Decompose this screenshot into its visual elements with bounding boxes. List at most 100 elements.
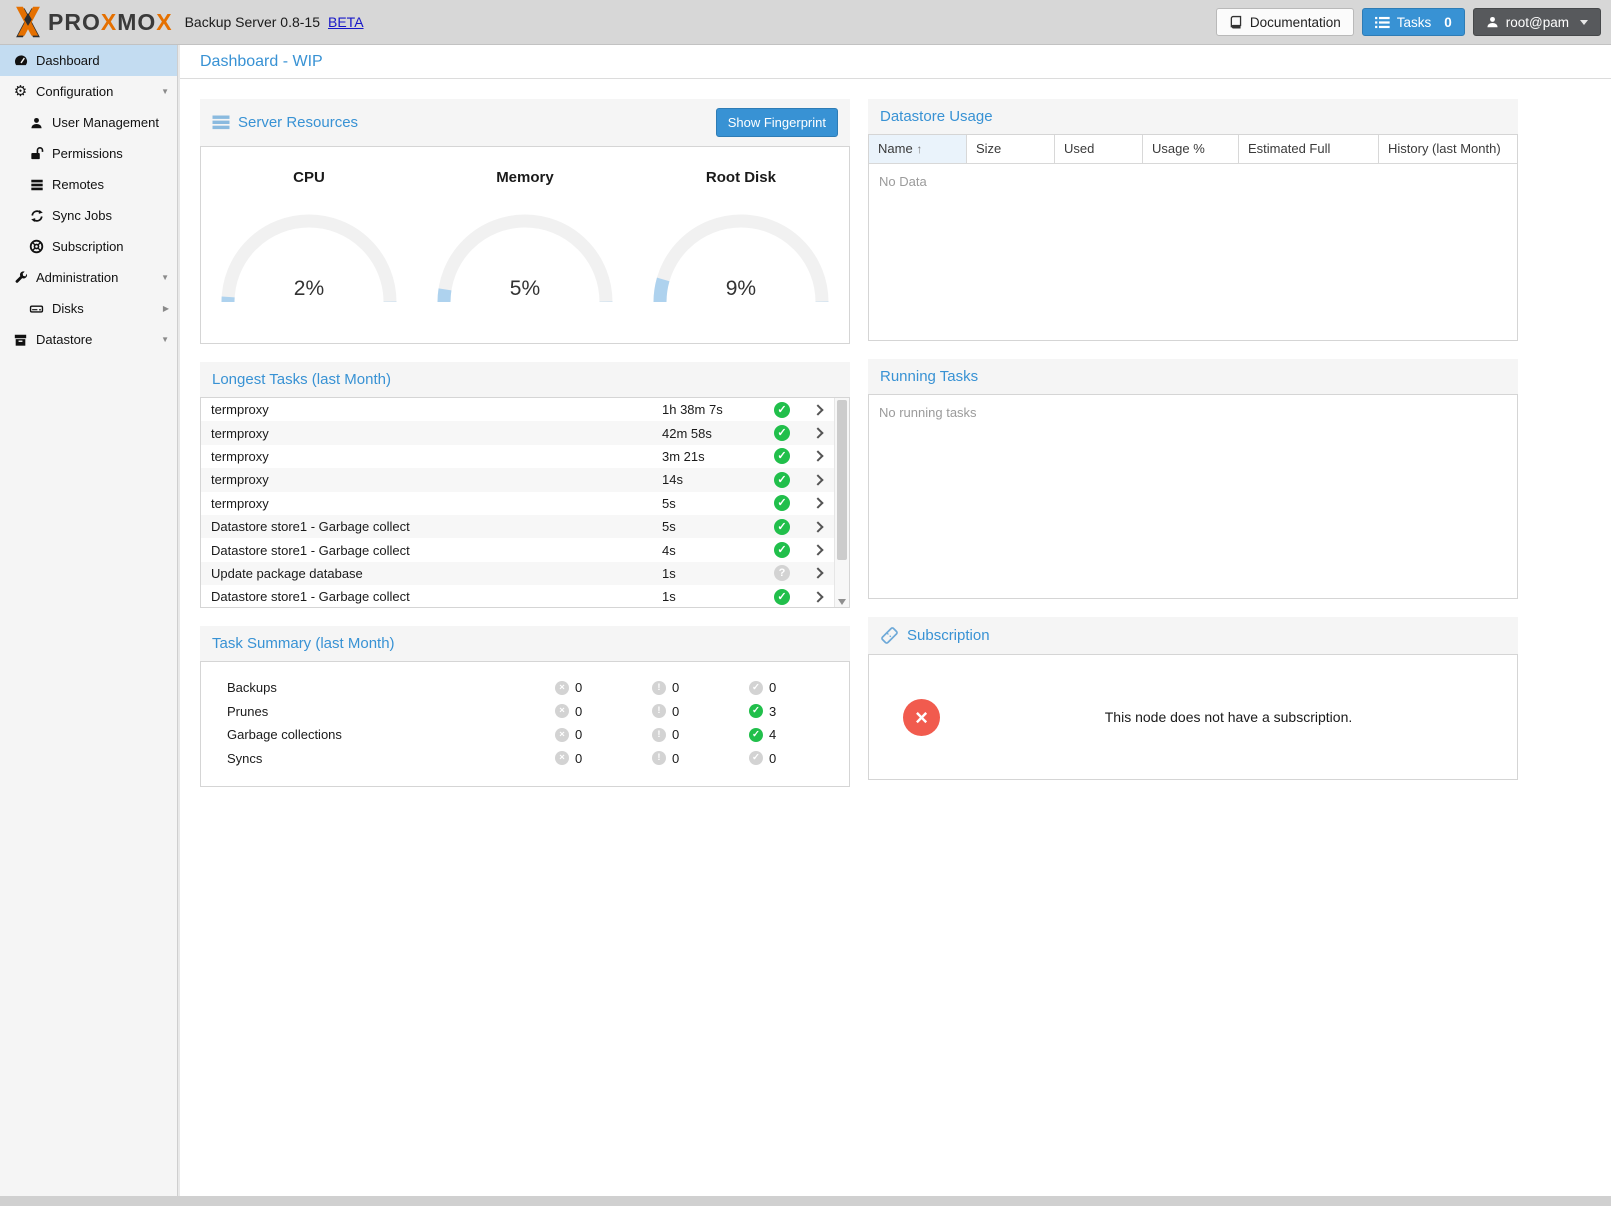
longest-tasks-list: termproxy 1h 38m 7s termproxy 42m 58s	[200, 397, 850, 608]
sidebar-item-datastore[interactable]: Datastore ▼	[0, 324, 177, 355]
wrench-icon	[12, 270, 29, 286]
root-disk-gauge-value: 9%	[646, 277, 836, 301]
user-icon	[28, 115, 45, 131]
summary-row: Backups 0 0 0	[201, 676, 849, 700]
task-row[interactable]: Datastore store1 - Garbage collect 1s	[201, 585, 834, 608]
datastore-table-header: Name ↑ Size Used Usage % Estimated Full …	[869, 135, 1517, 164]
task-row[interactable]: Update package database 1s	[201, 562, 834, 585]
task-row[interactable]: termproxy 3m 21s	[201, 445, 834, 468]
stacked-bars-icon	[28, 177, 45, 193]
subscription-body: This node does not have a subscription.	[868, 654, 1518, 780]
server-resources-icon	[212, 115, 230, 130]
status-ok-icon	[774, 495, 790, 511]
sidebar-item-administration[interactable]: Administration ▼	[0, 262, 177, 293]
column-header-history[interactable]: History (last Month)	[1379, 135, 1517, 163]
scrollbar-thumb[interactable]	[837, 400, 847, 560]
tasks-count-badge: 0	[1444, 15, 1452, 30]
column-header-size[interactable]: Size	[967, 135, 1055, 163]
cpu-gauge-value: 2%	[214, 277, 404, 301]
task-row[interactable]: termproxy 5s	[201, 492, 834, 515]
chevron-right-icon[interactable]	[812, 521, 823, 532]
sidebar-item-disks[interactable]: Disks ▶	[0, 293, 177, 324]
proxmox-logo: PROXMOX	[10, 5, 173, 39]
chevron-down-icon[interactable]: ▼	[161, 273, 169, 282]
running-tasks-panel: Running Tasks No running tasks	[868, 359, 1518, 599]
task-list-icon	[1375, 16, 1390, 29]
summary-row: Garbage collections 0 0 4	[201, 723, 849, 747]
bottom-status-strip	[0, 1196, 1611, 1206]
archive-icon	[12, 332, 29, 348]
column-header-used[interactable]: Used	[1055, 135, 1143, 163]
task-row[interactable]: Datastore store1 - Garbage collect 5s	[201, 515, 834, 538]
longest-tasks-header: Longest Tasks (last Month)	[200, 362, 850, 397]
task-row[interactable]: termproxy 42m 58s	[201, 421, 834, 444]
proxmox-x-icon	[10, 5, 46, 39]
beta-link[interactable]: BETA	[328, 14, 364, 30]
chevron-right-icon[interactable]	[812, 474, 823, 485]
column-header-name[interactable]: Name ↑	[869, 135, 967, 163]
task-summary-panel: Task Summary (last Month) Backups 0 0 0 …	[200, 626, 850, 787]
topbar-actions: Documentation Tasks 0 root@pam	[1216, 8, 1601, 36]
server-resources-header: Server Resources Show Fingerprint	[200, 99, 850, 146]
status-unknown-icon	[774, 565, 790, 581]
chevron-right-icon[interactable]: ▶	[163, 304, 169, 313]
chevron-right-icon[interactable]	[812, 404, 823, 415]
chevron-down-icon	[1580, 20, 1588, 25]
running-tasks-body: No running tasks	[868, 394, 1518, 599]
status-ok-icon	[774, 472, 790, 488]
sidebar-item-remotes[interactable]: Remotes	[0, 169, 177, 200]
chevron-right-icon[interactable]	[812, 498, 823, 509]
chevron-right-icon[interactable]	[812, 591, 823, 602]
user-icon	[1486, 15, 1499, 29]
task-row[interactable]: termproxy 1h 38m 7s	[201, 398, 834, 421]
show-fingerprint-button[interactable]: Show Fingerprint	[716, 108, 838, 137]
error-icon	[555, 728, 569, 742]
status-ok-icon	[774, 519, 790, 535]
sidebar-item-user-management[interactable]: User Management	[0, 107, 177, 138]
sidebar-item-permissions[interactable]: Permissions	[0, 138, 177, 169]
gears-icon: ⚙	[12, 84, 29, 100]
book-icon	[1229, 15, 1243, 30]
chevron-down-icon[interactable]: ▼	[161, 335, 169, 344]
tasks-button[interactable]: Tasks 0	[1362, 8, 1465, 36]
error-icon	[555, 751, 569, 765]
warning-icon	[652, 681, 666, 695]
sidebar: Dashboard ⚙ Configuration ▼ User Managem…	[0, 45, 178, 1196]
sidebar-item-dashboard[interactable]: Dashboard	[0, 45, 177, 76]
status-ok-icon	[774, 542, 790, 558]
datastore-usage-panel: Datastore Usage Name ↑ Size Used Usage %…	[868, 99, 1518, 341]
warning-icon	[652, 704, 666, 718]
user-menu-button[interactable]: root@pam	[1473, 8, 1601, 36]
no-subscription-icon	[903, 699, 940, 736]
no-running-tasks-label: No running tasks	[869, 395, 1517, 430]
status-ok-icon	[774, 425, 790, 441]
task-row[interactable]: termproxy 14s	[201, 468, 834, 491]
topbar: PROXMOX Backup Server 0.8-15 BETA Docume…	[0, 0, 1611, 45]
hard-drive-icon	[28, 301, 45, 317]
documentation-button[interactable]: Documentation	[1216, 8, 1354, 36]
ticket-icon	[880, 626, 899, 645]
scrollbar[interactable]	[834, 398, 849, 607]
error-icon	[555, 704, 569, 718]
chevron-right-icon[interactable]	[812, 568, 823, 579]
gauges-body: CPU 2% Memory	[200, 146, 850, 344]
warning-icon	[652, 751, 666, 765]
main-area: Dashboard - WIP Server Resources Show Fi…	[178, 45, 1611, 1196]
sidebar-item-configuration[interactable]: ⚙ Configuration ▼	[0, 76, 177, 107]
ok-icon	[749, 704, 763, 718]
task-row[interactable]: Datastore store1 - Garbage collect 4s	[201, 538, 834, 561]
column-header-estimated-full[interactable]: Estimated Full	[1239, 135, 1379, 163]
summary-row: Prunes 0 0 3	[201, 700, 849, 724]
sidebar-item-sync-jobs[interactable]: Sync Jobs	[0, 200, 177, 231]
datastore-usage-body: Name ↑ Size Used Usage % Estimated Full …	[868, 134, 1518, 341]
brand-text: PROXMOX	[48, 9, 173, 36]
subscription-header: Subscription	[868, 617, 1518, 654]
sidebar-item-subscription[interactable]: Subscription	[0, 231, 177, 262]
scrollbar-down-arrow-icon[interactable]	[838, 599, 846, 605]
chevron-down-icon[interactable]: ▼	[161, 87, 169, 96]
chevron-right-icon[interactable]	[812, 451, 823, 462]
column-header-usage-pct[interactable]: Usage %	[1143, 135, 1239, 163]
chevron-right-icon[interactable]	[812, 544, 823, 555]
running-tasks-header: Running Tasks	[868, 359, 1518, 394]
chevron-right-icon[interactable]	[812, 427, 823, 438]
